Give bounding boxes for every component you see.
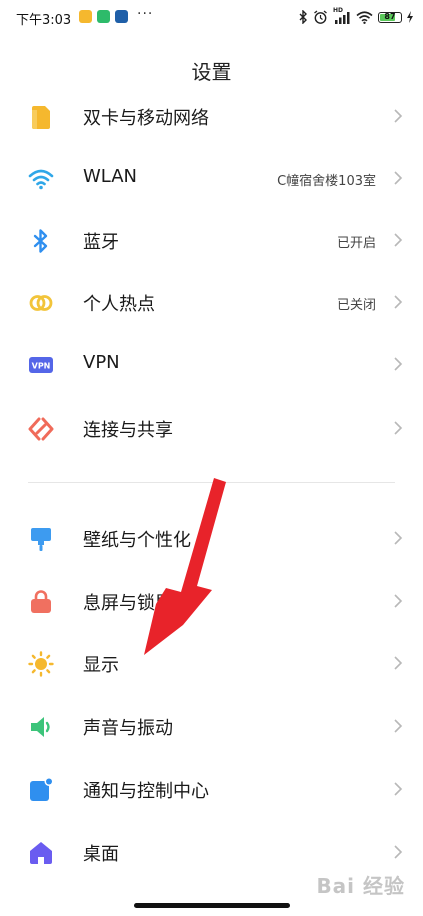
- chevron-right-icon: [394, 656, 403, 670]
- bluetooth-icon: [33, 229, 48, 253]
- chevron-right-icon: [394, 845, 403, 859]
- charging-icon: [407, 11, 413, 23]
- settings-item-bluetooth[interactable]: 蓝牙 已开启: [0, 209, 423, 271]
- chevron-right-icon: [394, 233, 403, 247]
- connection-share-icon: [28, 417, 54, 441]
- alarm-icon: [314, 9, 327, 24]
- settings-item-hotspot[interactable]: 个人热点 已关闭: [0, 271, 423, 333]
- app-notification-icon: [79, 10, 92, 23]
- settings-item-value: C幢宿舍楼103室: [277, 174, 376, 189]
- wallpaper-icon: [31, 528, 51, 551]
- settings-item-notifications[interactable]: 通知与控制中心: [0, 758, 423, 820]
- chevron-right-icon: [394, 171, 403, 185]
- chevron-right-icon: [394, 594, 403, 608]
- settings-item-label: 桌面: [83, 844, 119, 865]
- settings-item-dual-sim[interactable]: 双卡与移动网络: [0, 85, 423, 147]
- chevron-right-icon: [394, 421, 403, 435]
- settings-item-lock-screen[interactable]: 息屏与锁屏: [0, 570, 423, 632]
- wifi-icon: [28, 169, 54, 190]
- settings-item-label: 通知与控制中心: [83, 781, 209, 802]
- settings-item-sound[interactable]: 声音与振动: [0, 695, 423, 757]
- home-icon: [30, 842, 52, 864]
- app-notification-icon: [115, 10, 128, 23]
- chevron-right-icon: [394, 782, 403, 796]
- sun-icon: [28, 651, 54, 677]
- settings-item-value: 已开启: [336, 236, 376, 251]
- settings-item-label: 壁纸与个性化: [83, 530, 191, 551]
- settings-item-wlan[interactable]: WLAN C幢宿舍楼103室: [0, 147, 423, 209]
- notification-icon: [30, 777, 54, 801]
- status-bar: 下午3:03 ··· HD 87: [0, 0, 423, 36]
- speaker-icon: [31, 717, 50, 737]
- settings-item-label: 连接与共享: [83, 420, 173, 441]
- watermark: Bai 经验: [316, 874, 405, 898]
- home-indicator[interactable]: [134, 903, 290, 908]
- settings-item-label: 双卡与移动网络: [83, 108, 209, 129]
- bluetooth-status-icon: [299, 10, 307, 24]
- status-time: 下午3:03: [16, 13, 72, 28]
- settings-item-value: 已关闭: [336, 298, 376, 313]
- settings-item-display[interactable]: 显示: [0, 632, 423, 694]
- settings-item-label: WLAN: [83, 166, 138, 187]
- vpn-badge-text: VPN: [32, 362, 51, 371]
- battery-level: 87: [384, 11, 396, 21]
- lock-icon: [31, 590, 51, 613]
- chevron-right-icon: [394, 719, 403, 733]
- settings-item-label: 息屏与锁屏: [83, 593, 173, 614]
- chevron-right-icon: [394, 531, 403, 545]
- more-notifications-icon: ···: [137, 6, 154, 22]
- sim-card-icon: [32, 106, 50, 129]
- settings-item-label: 蓝牙: [83, 232, 119, 253]
- hd-signal-icon: HD: [333, 7, 351, 24]
- wifi-status-icon: [356, 10, 373, 24]
- chevron-right-icon: [394, 295, 403, 309]
- chevron-right-icon: [394, 357, 403, 371]
- vpn-icon: VPN: [29, 357, 53, 373]
- page-title: 设置: [191, 60, 232, 84]
- battery-icon: 87: [378, 11, 402, 23]
- settings-item-label: 个人热点: [83, 294, 155, 315]
- hotspot-icon: [29, 295, 53, 311]
- settings-item-wallpaper[interactable]: 壁纸与个性化: [0, 507, 423, 569]
- settings-item-label: 声音与振动: [83, 718, 173, 739]
- app-notification-icon: [97, 10, 110, 23]
- settings-item-connection-share[interactable]: 连接与共享: [0, 397, 423, 459]
- settings-item-label: VPN: [83, 352, 120, 373]
- status-icons: HD 87: [299, 7, 413, 27]
- chevron-right-icon: [394, 109, 403, 123]
- section-divider: [28, 482, 395, 483]
- settings-item-vpn[interactable]: VPN VPN: [0, 333, 423, 395]
- settings-item-label: 显示: [83, 655, 119, 676]
